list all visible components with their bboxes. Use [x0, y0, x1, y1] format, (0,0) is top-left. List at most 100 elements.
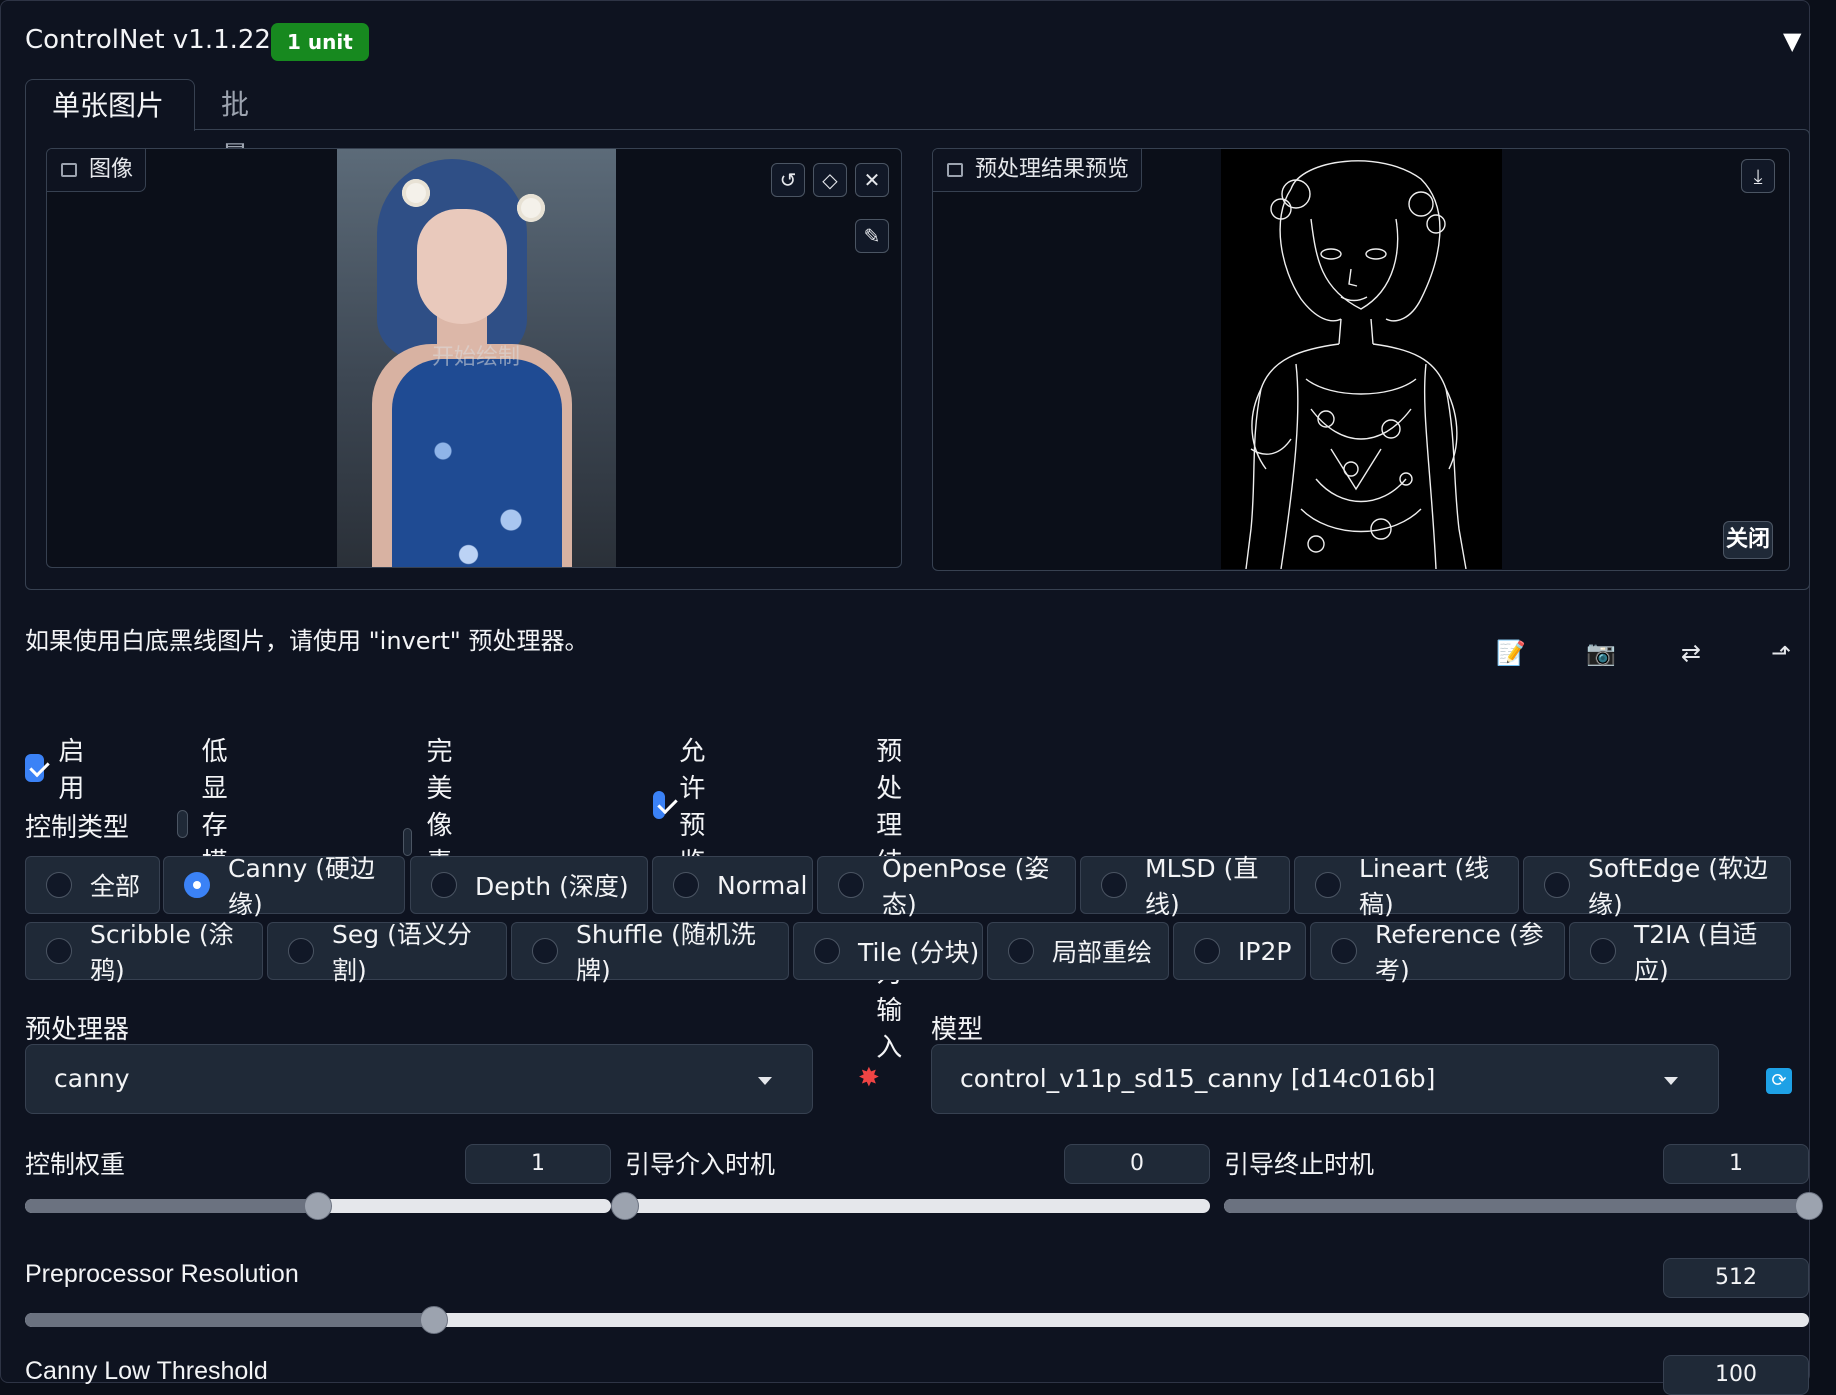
triangle-down-icon[interactable]: ▼ [1783, 27, 1801, 55]
image-icon [947, 163, 963, 177]
checkbox-box[interactable] [403, 828, 413, 856]
radio-dot[interactable] [184, 872, 210, 898]
radio-label: Tile (分块) [858, 938, 980, 967]
resolution-slider[interactable] [25, 1306, 1809, 1334]
radio-dot[interactable] [431, 872, 457, 898]
model-dropdown[interactable]: control_v11p_sd15_canny [d14c016b] [931, 1044, 1719, 1114]
low-threshold-input[interactable]: 100 [1663, 1355, 1809, 1395]
radio-dot[interactable] [288, 938, 314, 964]
low-threshold-label: Canny Low Threshold [25, 1357, 268, 1385]
undo-icon[interactable]: ↺ [771, 163, 805, 197]
download-icon[interactable]: ⤓ [1741, 159, 1775, 193]
resolution-input[interactable]: 512 [1663, 1258, 1809, 1298]
radio-mlsd[interactable]: MLSD (直线) [1080, 854, 1290, 919]
tab-body: 开始绘制 图像 ↺ ◇ ✕ ✎ 预处理结果预览 ⤓ 关闭 [25, 129, 1810, 590]
radio-normal[interactable]: Normal [652, 856, 813, 914]
radio-tile[interactable]: Tile (分块) [793, 922, 983, 980]
radio-dot[interactable] [46, 872, 72, 898]
radio-reference[interactable]: Reference (参考) [1310, 920, 1565, 985]
radio-dot[interactable] [1101, 872, 1127, 898]
radio-openpose[interactable]: OpenPose (姿态) [817, 854, 1076, 919]
close-icon[interactable]: ✕ [855, 163, 889, 197]
input-photo[interactable]: 开始绘制 [337, 149, 616, 567]
radio-label: Shuffle (随机洗牌) [576, 920, 756, 985]
radio-dot[interactable] [1315, 872, 1341, 898]
edge-preview [1221, 149, 1502, 569]
radio-all[interactable]: 全部 [25, 856, 160, 914]
radio-ip2p[interactable]: IP2P [1173, 922, 1306, 980]
radio-dot[interactable] [1544, 872, 1570, 898]
radio-label: MLSD (直线) [1145, 854, 1259, 919]
resolution-label: Preprocessor Resolution [25, 1260, 299, 1288]
weight-input[interactable]: 1 [465, 1144, 611, 1184]
preview-image-label-text: 预处理结果预览 [975, 157, 1130, 182]
chevron-down-icon [758, 1077, 772, 1085]
end-slider[interactable] [1224, 1192, 1823, 1220]
radio-scribble[interactable]: Scribble (涂鸦) [25, 920, 263, 985]
preprocessor-value: canny [54, 1064, 130, 1093]
panel-title[interactable]: ControlNet v1.1.224 [25, 25, 288, 55]
radio-depth[interactable]: Depth (深度) [410, 856, 648, 914]
checkbox-box[interactable] [653, 791, 666, 819]
start-input[interactable]: 0 [1064, 1144, 1210, 1184]
slider-thumb[interactable] [611, 1192, 639, 1220]
refresh-icon[interactable]: ⟳ [1766, 1068, 1792, 1094]
slider-fill [1224, 1199, 1809, 1213]
start-slider[interactable] [611, 1192, 1210, 1220]
radio-softedge[interactable]: SoftEdge (软边缘) [1523, 854, 1791, 919]
radio-lineart[interactable]: Lineart (线稿) [1294, 854, 1519, 919]
radio-dot[interactable] [1331, 938, 1357, 964]
slider-thumb[interactable] [304, 1192, 332, 1220]
send-up-icon[interactable]: ⬏ [1761, 633, 1801, 673]
end-label: 引导终止时机 [1224, 1150, 1375, 1179]
end-input[interactable]: 1 [1663, 1144, 1809, 1184]
radio-dot[interactable] [814, 938, 840, 964]
brush-icon[interactable]: ✎ [855, 219, 889, 253]
radio-canny[interactable]: Canny (硬边缘) [163, 854, 405, 919]
invert-hint-text: 如果使用白底黑线图片，请使用 "invert" 预处理器。 [25, 627, 589, 655]
radio-label: Canny (硬边缘) [228, 854, 375, 919]
unit-count-badge: 1 unit [271, 23, 369, 61]
radio-dot[interactable] [838, 872, 864, 898]
model-label: 模型 [931, 1015, 984, 1045]
checkbox-box[interactable] [25, 754, 45, 782]
slider-thumb[interactable] [1795, 1192, 1823, 1220]
weight-slider[interactable] [25, 1192, 611, 1220]
close-preview-button[interactable]: 关闭 [1723, 521, 1773, 559]
radio-dot[interactable] [673, 872, 699, 898]
radio-label: Depth (深度) [475, 872, 629, 901]
start-label: 引导介入时机 [625, 1150, 776, 1179]
enable-checkbox[interactable]: 启用 [25, 731, 93, 805]
radio-shuffle[interactable]: Shuffle (随机洗牌) [511, 920, 789, 985]
radio-label: Normal [717, 870, 808, 900]
camera-icon[interactable]: 📷 [1581, 633, 1621, 673]
photo-dress [392, 359, 562, 567]
radio-t2ia[interactable]: T2IA (自适应) [1569, 920, 1791, 985]
radio-label: T2IA (自适应) [1634, 920, 1758, 985]
radio-dot[interactable] [532, 938, 558, 964]
radio-label: Lineart (线稿) [1359, 854, 1490, 919]
input-image-label-text: 图像 [89, 157, 134, 182]
preview-image-box[interactable]: 预处理结果预览 ⤓ 关闭 [932, 148, 1790, 571]
radio-dot[interactable] [1590, 938, 1616, 964]
radio-inpaint[interactable]: 局部重绘 [987, 922, 1169, 980]
memo-icon[interactable]: 📝 [1491, 633, 1531, 673]
radio-seg[interactable]: Seg (语义分割) [267, 920, 507, 985]
radio-label: 全部 [90, 872, 141, 901]
tab-batch[interactable]: 批量处理 [195, 79, 275, 277]
preprocessor-dropdown[interactable]: canny [25, 1044, 813, 1114]
radio-dot[interactable] [46, 938, 72, 964]
chevron-down-icon [1664, 1077, 1678, 1085]
checkbox-box[interactable] [177, 809, 188, 838]
radio-dot[interactable] [1194, 938, 1220, 964]
eraser-icon[interactable]: ◇ [813, 163, 847, 197]
explosion-icon[interactable]: ✸ [858, 1063, 880, 1093]
tab-single-image[interactable]: 单张图片 [25, 79, 195, 131]
radio-dot[interactable] [1008, 938, 1034, 964]
weight-label: 控制权重 [25, 1150, 126, 1179]
swap-icon[interactable]: ⇄ [1671, 633, 1711, 673]
input-image-box[interactable]: 开始绘制 图像 ↺ ◇ ✕ ✎ [46, 148, 902, 568]
slider-fill [25, 1199, 318, 1213]
slider-thumb[interactable] [419, 1306, 448, 1334]
radio-label: 局部重绘 [1052, 938, 1153, 967]
